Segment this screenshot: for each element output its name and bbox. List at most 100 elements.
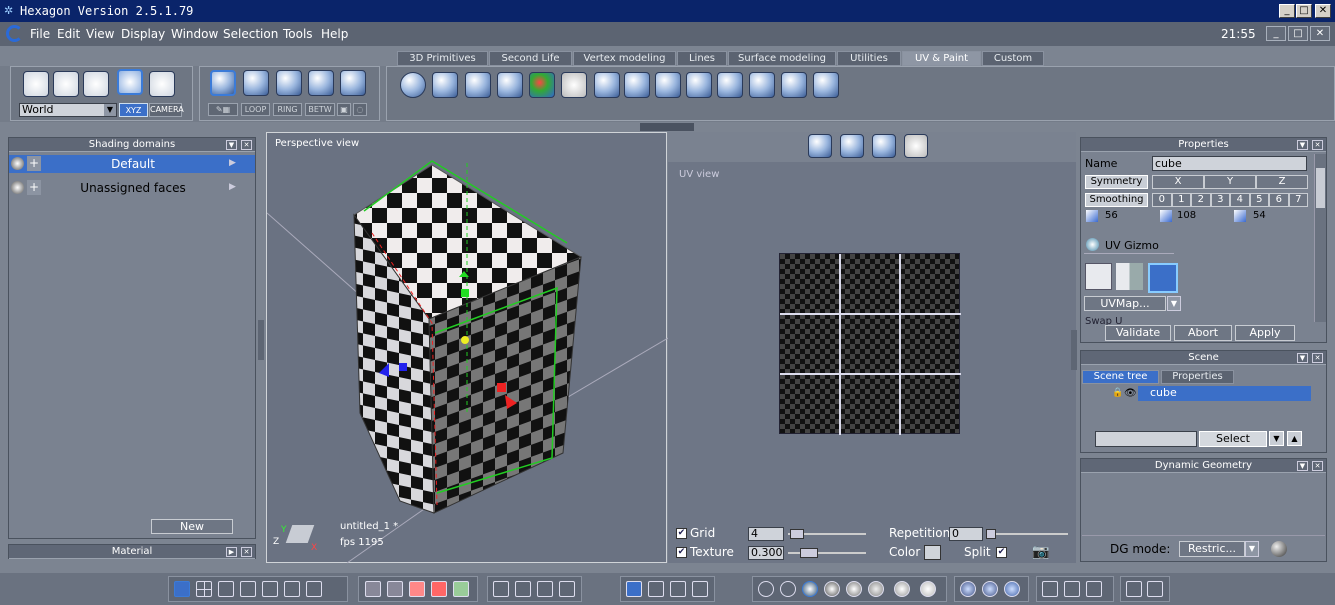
hidden-line-sphere-icon[interactable]: [780, 581, 796, 597]
sphere-map-icon[interactable]: [400, 72, 426, 98]
close-button[interactable]: ✕: [1315, 4, 1331, 18]
eye-icon[interactable]: 👁: [1124, 388, 1137, 399]
menu-tools[interactable]: Tools: [283, 27, 313, 41]
head-map-icon[interactable]: [561, 72, 587, 98]
unfold-region-icon[interactable]: [624, 72, 650, 98]
grid-slider[interactable]: [788, 529, 866, 539]
layout-three-alt-icon[interactable]: [240, 581, 256, 597]
panel-menu-icon[interactable]: ▼: [1297, 461, 1308, 471]
object-mode-icon[interactable]: [210, 70, 236, 96]
app-restore-button[interactable]: □: [1288, 26, 1308, 41]
planar-map-icon[interactable]: [465, 72, 491, 98]
fit-view-icon[interactable]: [493, 581, 509, 597]
shrink-select-icon[interactable]: ◌: [353, 103, 367, 116]
expand-arrow-icon[interactable]: ▶: [229, 182, 236, 192]
smoothing-level-3[interactable]: 3: [1210, 193, 1230, 207]
symmetry-x-button[interactable]: X: [1152, 175, 1204, 189]
grow-select-icon[interactable]: ▣: [337, 103, 351, 116]
brush-icon[interactable]: [387, 581, 403, 597]
tab-scene-tree[interactable]: Scene tree: [1082, 370, 1159, 384]
symmetry-y-button[interactable]: Y: [1204, 175, 1256, 189]
tab-utilities[interactable]: Utilities: [837, 51, 901, 66]
camera-button[interactable]: CAMERA: [149, 103, 184, 117]
panel-menu-icon[interactable]: ▼: [226, 140, 237, 150]
select-button[interactable]: Select: [1199, 431, 1267, 447]
uv-head-icon[interactable]: [904, 134, 928, 158]
space-select[interactable]: World ▼: [19, 103, 117, 117]
uv-flatten-icon[interactable]: [686, 72, 712, 98]
texture-value-input[interactable]: 0.300: [748, 546, 784, 560]
ring-button[interactable]: RING: [273, 103, 302, 116]
rotate-manipulator-icon[interactable]: [670, 581, 686, 597]
expand-arrow-icon[interactable]: ▶: [229, 158, 236, 168]
box-render-icon[interactable]: [1042, 581, 1058, 597]
unfold-icon[interactable]: [594, 72, 620, 98]
apply-button[interactable]: Apply: [1235, 325, 1295, 341]
tab-surface-modeling[interactable]: Surface modeling: [728, 51, 836, 66]
chevron-down-icon[interactable]: ▼: [1167, 296, 1181, 311]
symmetry-z-button[interactable]: Z: [1256, 175, 1308, 189]
repetition-input[interactable]: 0: [949, 527, 983, 541]
globe-map-icon[interactable]: [529, 72, 555, 98]
maximize-button[interactable]: □: [1296, 4, 1312, 18]
move-manipulator-icon[interactable]: [648, 581, 664, 597]
gizmo-mode-split-icon[interactable]: [1116, 263, 1143, 290]
gizmo-handle-y[interactable]: [461, 289, 469, 297]
camera-snapshot-icon[interactable]: 📷: [1032, 544, 1049, 560]
list-item[interactable]: + Default ▶: [9, 155, 255, 173]
new-domain-button[interactable]: New: [151, 519, 233, 534]
layout-three-icon[interactable]: [218, 581, 234, 597]
zoom-icon[interactable]: [537, 581, 553, 597]
tab-uv-paint[interactable]: UV & Paint: [902, 51, 981, 66]
render-sphere-icon[interactable]: [894, 581, 910, 597]
smoothing-button[interactable]: Smoothing: [1085, 193, 1148, 207]
menu-selection[interactable]: Selection: [223, 27, 278, 41]
edge-mode-icon[interactable]: [276, 70, 302, 96]
menu-window[interactable]: Window: [171, 27, 218, 41]
smoothing-level-1[interactable]: 1: [1171, 193, 1191, 207]
lasso-icon[interactable]: [53, 71, 79, 97]
add-icon[interactable]: +: [27, 156, 41, 171]
box-map-icon[interactable]: [497, 72, 523, 98]
scene-tree-item[interactable]: cube: [1138, 386, 1311, 401]
left-splitter[interactable]: [258, 320, 264, 360]
vertex-mode-icon[interactable]: [243, 70, 269, 96]
material-render-icon[interactable]: [1086, 581, 1102, 597]
lock-icon[interactable]: 🔒: [1112, 388, 1123, 398]
smooth-shade-sphere-icon[interactable]: [802, 581, 818, 597]
panel-close-icon[interactable]: ✕: [1312, 353, 1323, 363]
relax-icon[interactable]: [655, 72, 681, 98]
light-sphere-icon[interactable]: [960, 581, 976, 597]
name-input[interactable]: cube: [1152, 156, 1307, 171]
grid-value-input[interactable]: 4: [748, 527, 784, 541]
menu-display[interactable]: Display: [121, 27, 165, 41]
layout-horizontal-icon[interactable]: [284, 581, 300, 597]
panel-close-icon[interactable]: ✕: [241, 547, 252, 557]
properties-scrollbar[interactable]: [1314, 154, 1326, 322]
dg-mode-select[interactable]: Restric...: [1179, 541, 1245, 557]
split-checkbox[interactable]: ✔: [996, 547, 1007, 558]
layout-quad-icon[interactable]: [196, 581, 212, 597]
abort-button[interactable]: Abort: [1174, 325, 1232, 341]
tab-scene-properties[interactable]: Properties: [1161, 370, 1234, 384]
grid-table-icon[interactable]: [431, 581, 447, 597]
chevron-up-icon[interactable]: ▲: [1287, 431, 1302, 446]
tab-vertex-modeling[interactable]: Vertex modeling: [573, 51, 676, 66]
menu-edit[interactable]: Edit: [57, 27, 80, 41]
select-arrow-icon[interactable]: [23, 71, 49, 97]
grid-red-icon[interactable]: [409, 581, 425, 597]
symmetry-button[interactable]: Symmetry: [1085, 175, 1148, 189]
perspective-viewport[interactable]: Perspective view Z Y X untitled_1 * fps …: [266, 132, 668, 564]
dg-sphere-icon[interactable]: [1271, 541, 1287, 557]
tab-3d-primitives[interactable]: 3D Primitives: [397, 51, 488, 66]
app-close-button[interactable]: ✕: [1310, 26, 1330, 41]
lights-multi-icon[interactable]: [1004, 581, 1020, 597]
chevron-down-icon[interactable]: ▼: [1245, 541, 1259, 557]
uv-cube-icon[interactable]: [813, 72, 839, 98]
uv-texture-grid[interactable]: [779, 253, 961, 435]
texture-slider[interactable]: [788, 548, 866, 558]
tab-custom[interactable]: Custom: [982, 51, 1044, 66]
grid-checkbox[interactable]: ✔: [676, 528, 687, 539]
uv-paint-icon[interactable]: [781, 72, 807, 98]
paint-select-icon[interactable]: [83, 71, 109, 97]
